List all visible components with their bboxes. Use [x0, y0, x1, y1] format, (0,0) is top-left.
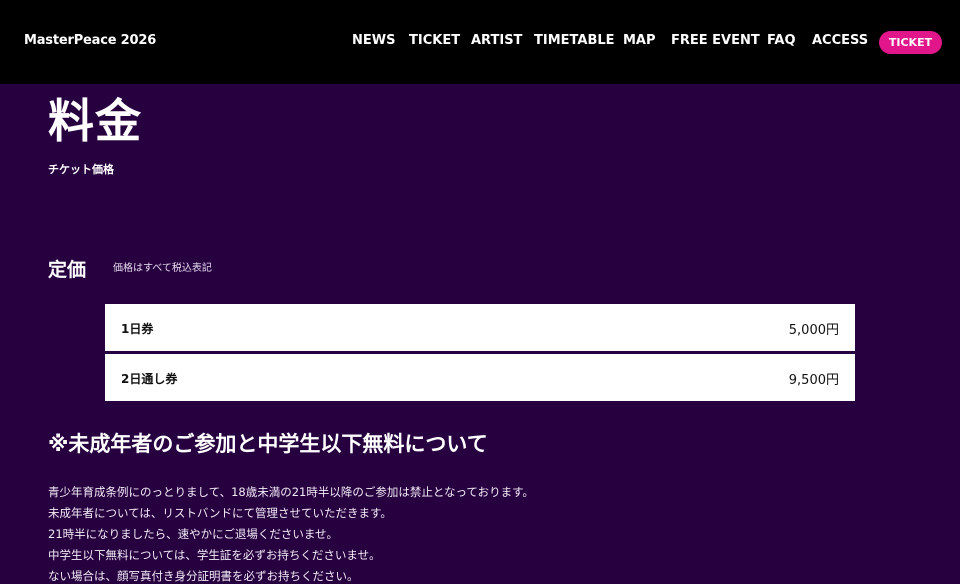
nav-free-event[interactable]: FREE EVENT [671, 33, 760, 48]
site-header: MasterPeace 2026 NEWS TICKET ARTIST TIME… [0, 0, 960, 84]
page-title: 料金 [48, 94, 142, 148]
price-row-one-day: 1日券 5,000円 [105, 304, 855, 351]
main-nav: NEWS TICKET ARTIST TIMETABLE MAP FREE EV… [0, 0, 960, 84]
notice-line: 未成年者については、リストバンドにて管理させていただきます。 [48, 506, 392, 520]
notice-line: 21時半になりましたら、速やかにご退場くださいませ。 [48, 527, 339, 541]
nav-map[interactable]: MAP [623, 33, 656, 48]
price-row-value: 9,500円 [788, 373, 839, 388]
price-row-two-day: 2日通し券 9,500円 [105, 354, 855, 401]
price-row-label: 2日通し券 [121, 372, 178, 386]
notice-line: 中学生以下無料については、学生証を必ずお持ちくださいませ。 [48, 548, 381, 562]
page-subtitle: チケット価格 [48, 163, 114, 176]
notice-line: 青少年育成条例にのっとりまして、18歳未満の21時半以降のご参加は禁止となってお… [48, 485, 534, 499]
ticket-button[interactable]: TICKET [879, 31, 942, 54]
nav-artist[interactable]: ARTIST [471, 33, 522, 48]
pricing-section-title: 定価 [48, 259, 87, 281]
nav-ticket[interactable]: TICKET [409, 33, 460, 48]
nav-access[interactable]: ACCESS [812, 33, 868, 48]
nav-timetable[interactable]: TIMETABLE [534, 33, 615, 48]
nav-faq[interactable]: FAQ [767, 33, 796, 48]
notice-title: ※未成年者のご参加と中学生以下無料について [48, 432, 488, 456]
nav-news[interactable]: NEWS [352, 33, 395, 48]
notice-body: 青少年育成条例にのっとりまして、18歳未満の21時半以降のご参加は禁止となってお… [48, 482, 534, 584]
price-row-value: 5,000円 [788, 323, 839, 338]
price-row-label: 1日券 [121, 322, 154, 336]
tax-note: 価格はすべて税込表記 [113, 263, 212, 274]
notice-line: ない場合は、顔写真付き身分証明書を必ずお持ちください。 [48, 569, 359, 583]
